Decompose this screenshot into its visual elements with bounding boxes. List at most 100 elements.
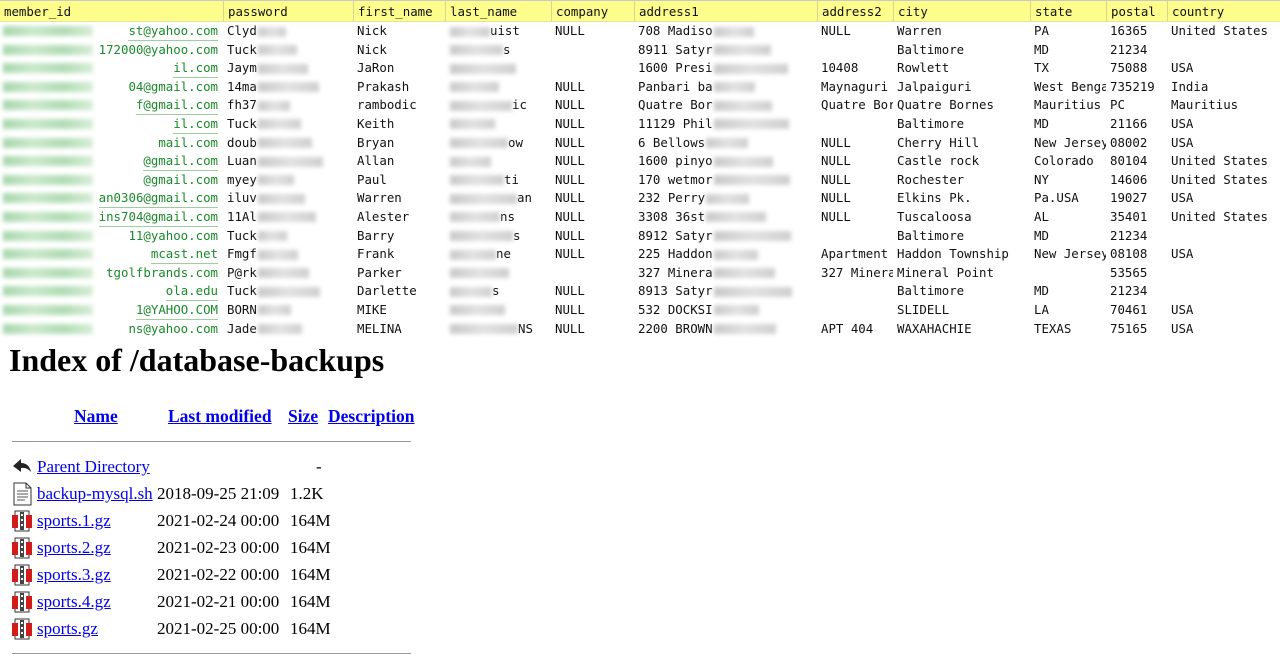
- cell-address1[interactable]: 225 Haddon: [634, 245, 817, 264]
- cell-postal[interactable]: 35401: [1106, 208, 1167, 227]
- cell-state[interactable]: TX: [1030, 59, 1106, 78]
- cell-state[interactable]: MD: [1030, 282, 1106, 301]
- cell-last-name[interactable]: s: [445, 282, 551, 301]
- cell-last-name[interactable]: ic: [445, 96, 551, 115]
- cell-company[interactable]: NULL: [551, 208, 634, 227]
- cell-state[interactable]: MD: [1030, 115, 1106, 134]
- cell-company[interactable]: [551, 264, 634, 283]
- email-link[interactable]: @gmail.com: [143, 171, 218, 190]
- cell-member-id[interactable]: tgolfbrands.com: [0, 264, 223, 283]
- table-row[interactable]: f@gmail.com fh37 rambodic ic NULL Quatre Bor Q…: [0, 96, 1280, 115]
- cell-company[interactable]: NULL: [551, 227, 634, 246]
- cell-city[interactable]: SLIDELL: [893, 301, 1030, 320]
- cell-address2[interactable]: Maynaguri: [817, 78, 893, 97]
- sort-by-name-link[interactable]: Name: [74, 406, 118, 427]
- email-link[interactable]: ns@yahoo.com: [128, 320, 218, 339]
- cell-state[interactable]: [1030, 264, 1106, 283]
- cell-member-id[interactable]: il.com: [0, 59, 223, 78]
- cell-first-name[interactable]: Nick: [353, 22, 445, 41]
- cell-member-id[interactable]: st@yahoo.com: [0, 22, 223, 41]
- cell-address2[interactable]: NULL: [817, 189, 893, 208]
- cell-address2[interactable]: 327 Minera: [817, 264, 893, 283]
- cell-country[interactable]: [1167, 227, 1280, 246]
- column-header-company[interactable]: company: [551, 1, 634, 21]
- cell-company[interactable]: NULL: [551, 189, 634, 208]
- cell-first-name[interactable]: Prakash: [353, 78, 445, 97]
- cell-city[interactable]: Baltimore: [893, 41, 1030, 60]
- cell-company[interactable]: NULL: [551, 78, 634, 97]
- cell-city[interactable]: Mineral Point: [893, 264, 1030, 283]
- cell-member-id[interactable]: 04@gmail.com: [0, 78, 223, 97]
- cell-city[interactable]: Warren: [893, 22, 1030, 41]
- cell-company[interactable]: NULL: [551, 301, 634, 320]
- cell-postal[interactable]: 75088: [1106, 59, 1167, 78]
- cell-last-name[interactable]: [445, 152, 551, 171]
- cell-company[interactable]: NULL: [551, 152, 634, 171]
- cell-address2[interactable]: NULL: [817, 152, 893, 171]
- table-row[interactable]: il.com Tuck Keith NULL 11129 Phil Baltimore MD…: [0, 115, 1280, 134]
- cell-city[interactable]: Rowlett: [893, 59, 1030, 78]
- email-link[interactable]: ins704@gmail.com: [98, 208, 218, 227]
- cell-member-id[interactable]: ns@yahoo.com: [0, 320, 223, 339]
- table-row[interactable]: st@yahoo.com Clyd Nick uist NULL 708 Madiso NU…: [0, 22, 1280, 41]
- cell-state[interactable]: New Jersey: [1030, 134, 1106, 153]
- cell-address1[interactable]: 3308 36st: [634, 208, 817, 227]
- cell-company[interactable]: NULL: [551, 96, 634, 115]
- cell-last-name[interactable]: s: [445, 41, 551, 60]
- column-header-first-name[interactable]: first_name: [353, 1, 445, 21]
- table-row[interactable]: 172000@yahoo.com Tuck Nick s 8911 Satyr Balti…: [0, 41, 1280, 60]
- cell-city[interactable]: Rochester: [893, 171, 1030, 190]
- table-row[interactable]: 04@gmail.com 14ma Prakash NULL Panbari ba May…: [0, 78, 1280, 97]
- cell-country[interactable]: USA: [1167, 245, 1280, 264]
- cell-member-id[interactable]: ins704@gmail.com: [0, 208, 223, 227]
- cell-state[interactable]: AL: [1030, 208, 1106, 227]
- cell-city[interactable]: Tuscaloosa: [893, 208, 1030, 227]
- cell-company[interactable]: NULL: [551, 115, 634, 134]
- column-header-state[interactable]: state: [1030, 1, 1106, 21]
- file-link[interactable]: sports.1.gz: [37, 511, 111, 531]
- cell-first-name[interactable]: Paul: [353, 171, 445, 190]
- sort-by-description-link[interactable]: Description: [328, 406, 415, 427]
- email-link[interactable]: st@yahoo.com: [128, 22, 218, 41]
- cell-password[interactable]: P@rk: [223, 264, 353, 283]
- table-row[interactable]: 11@yahoo.com Tuck Barry s NULL 8912 Satyr Balt…: [0, 227, 1280, 246]
- cell-password[interactable]: myey: [223, 171, 353, 190]
- cell-postal[interactable]: 21234: [1106, 282, 1167, 301]
- sort-by-last-modified-link[interactable]: Last modified: [168, 406, 272, 427]
- cell-postal[interactable]: 21166: [1106, 115, 1167, 134]
- cell-member-id[interactable]: mail.com: [0, 134, 223, 153]
- cell-company[interactable]: [551, 41, 634, 60]
- cell-member-id[interactable]: an0306@gmail.com: [0, 189, 223, 208]
- cell-address1[interactable]: 232 Perry: [634, 189, 817, 208]
- cell-state[interactable]: New Jersey: [1030, 245, 1106, 264]
- cell-city[interactable]: Baltimore: [893, 282, 1030, 301]
- table-row[interactable]: ola.edu Tuck Darlette s NULL 8913 Satyr Baltim…: [0, 282, 1280, 301]
- cell-first-name[interactable]: Darlette: [353, 282, 445, 301]
- cell-address1[interactable]: Quatre Bor: [634, 96, 817, 115]
- email-link[interactable]: @gmail.com: [143, 152, 218, 171]
- cell-address2[interactable]: NULL: [817, 134, 893, 153]
- cell-first-name[interactable]: rambodic: [353, 96, 445, 115]
- cell-password[interactable]: Jade: [223, 320, 353, 339]
- cell-last-name[interactable]: [445, 264, 551, 283]
- cell-last-name[interactable]: [445, 115, 551, 134]
- column-header-address2[interactable]: address2: [817, 1, 893, 21]
- cell-address2[interactable]: Quatre Bor: [817, 96, 893, 115]
- table-row[interactable]: @gmail.com Luan Allan NULL 1600 pinyo NULL Cas…: [0, 152, 1280, 171]
- cell-country[interactable]: USA: [1167, 301, 1280, 320]
- cell-first-name[interactable]: Frank: [353, 245, 445, 264]
- cell-country[interactable]: India: [1167, 78, 1280, 97]
- cell-password[interactable]: Tuck: [223, 227, 353, 246]
- email-link[interactable]: il.com: [173, 115, 218, 134]
- cell-address2[interactable]: NULL: [817, 171, 893, 190]
- cell-last-name[interactable]: an: [445, 189, 551, 208]
- column-header-password[interactable]: password: [223, 1, 353, 21]
- table-row[interactable]: il.com Jaym JaRon 1600 Presi 10408 Rowlett TX 7…: [0, 59, 1280, 78]
- email-link[interactable]: 1@YAHOO.COM: [135, 301, 218, 320]
- cell-last-name[interactable]: NS: [445, 320, 551, 339]
- column-header-city[interactable]: city: [893, 1, 1030, 21]
- cell-city[interactable]: Haddon Township: [893, 245, 1030, 264]
- cell-first-name[interactable]: Warren: [353, 189, 445, 208]
- cell-city[interactable]: Baltimore: [893, 115, 1030, 134]
- cell-address1[interactable]: 8912 Satyr: [634, 227, 817, 246]
